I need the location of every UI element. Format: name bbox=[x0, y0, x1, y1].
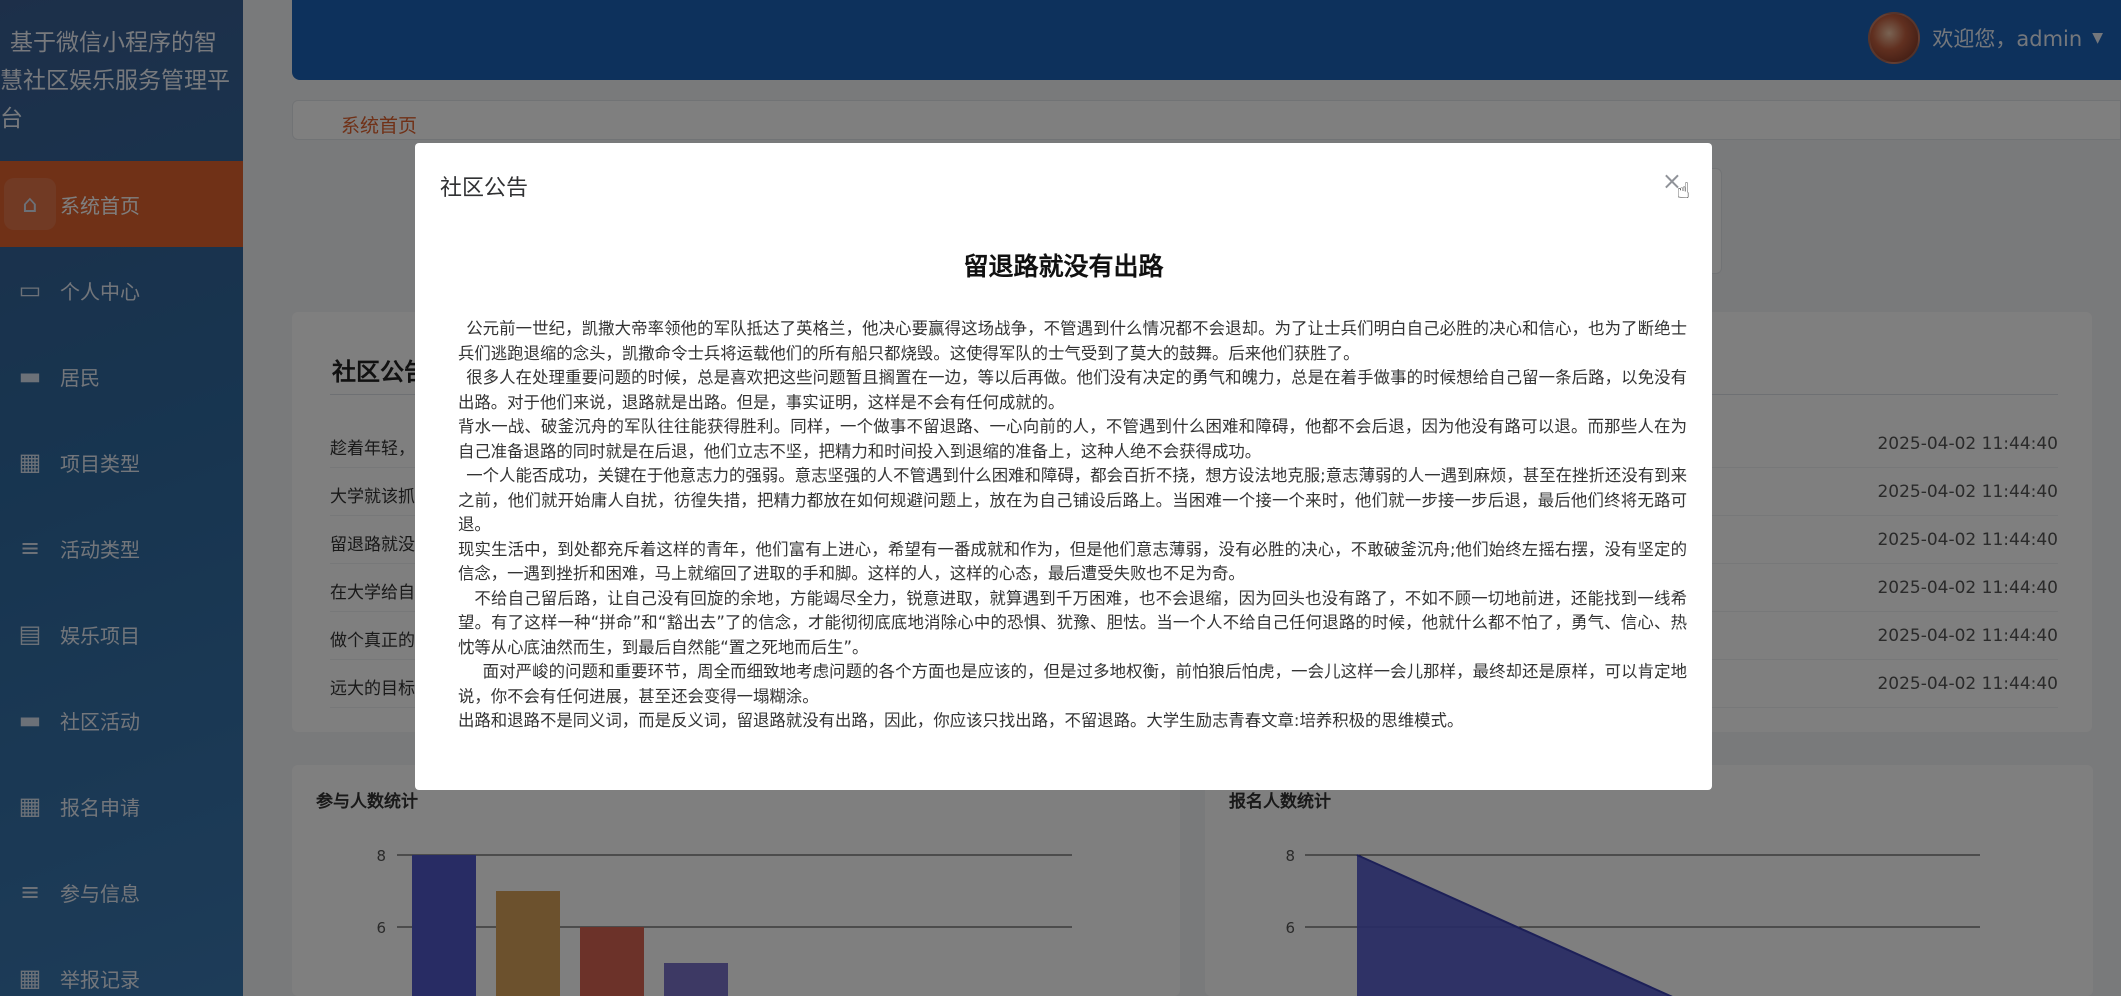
article-paragraph: 公元前一世纪，凯撒大帝率领他的军队抵达了英格兰，他决心要赢得这场战争，不管遇到什… bbox=[458, 319, 1687, 363]
article-paragraph: 面对严峻的问题和重要环节，周全而细致地考虑问题的各个方面也是应该的，但是过多地权… bbox=[458, 662, 1687, 706]
dialog-title: 社区公告 bbox=[440, 176, 529, 201]
article-paragraph: 现实生活中，到处都充斥着这样的青年，他们富有上进心，希望有一番成就和作为，但是他… bbox=[458, 539, 1687, 584]
article-body: 公元前一世纪，凯撒大帝率领他的军队抵达了英格兰，他决心要赢得这场战争，不管遇到什… bbox=[458, 317, 1687, 734]
notice-dialog: 社区公告 × ☝ 留退路就没有出路 公元前一世纪，凯撒大帝率领他的军队抵达了英格… bbox=[415, 143, 1712, 790]
article-title: 留退路就没有出路 bbox=[963, 252, 1164, 281]
article-paragraph: 不给自己留后路，让自己没有回旋的余地，方能竭尽全力，锐意进取，就算遇到千万困难，… bbox=[458, 588, 1687, 657]
article-paragraph: 背水一战、破釜沉舟的军队往往能获得胜利。同样，一个做事不留退路、一心向前的人，不… bbox=[458, 417, 1687, 461]
article-paragraph: 一个人能否成功，关键在于他意志力的强弱。意志坚强的人不管遇到什么困难和障碍，都会… bbox=[458, 466, 1687, 534]
article-paragraph: 很多人在处理重要问题的时候，总是喜欢把这些问题暂且搁置在一边，等以后再做。他们没… bbox=[458, 368, 1687, 412]
article-paragraph: 出路和退路不是同义词，而是反义词，留退路就没有出路，因此，你应该只找出路，不留退… bbox=[458, 711, 1464, 730]
pointer-cursor-icon: ☝ bbox=[1676, 179, 1690, 204]
